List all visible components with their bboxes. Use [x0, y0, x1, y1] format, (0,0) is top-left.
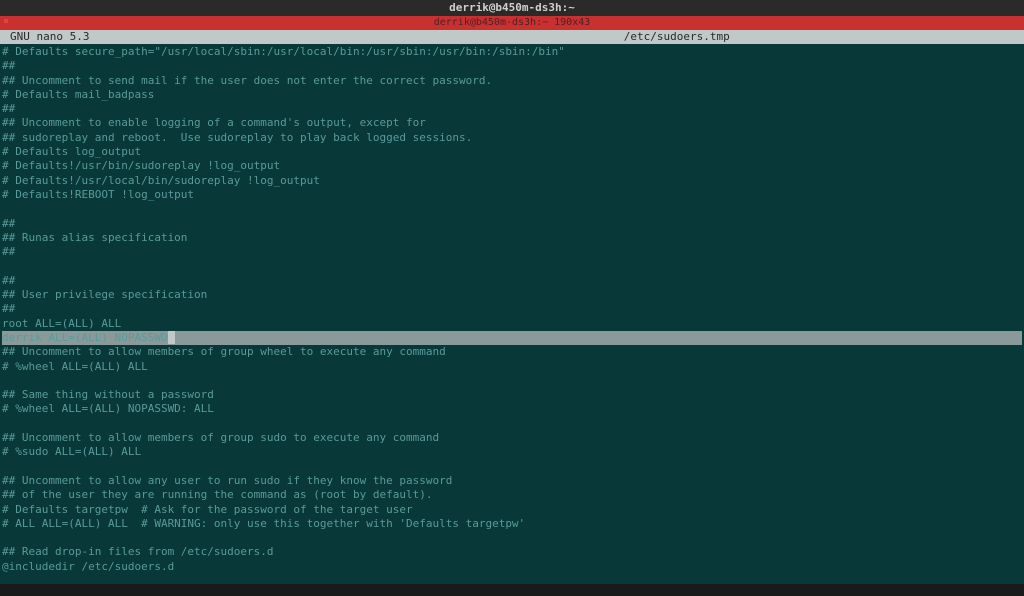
editor-content[interactable]: # Defaults secure_path="/usr/local/sbin:…: [0, 44, 1024, 584]
nano-app-name: GNU nano 5.3: [10, 30, 89, 44]
editor-line: # Defaults!/usr/local/bin/sudoreplay !lo…: [2, 174, 1022, 188]
editor-line: ## of the user they are running the comm…: [2, 488, 1022, 502]
editor-line: # Defaults log_output: [2, 145, 1022, 159]
window-indicator-icon: [0, 16, 12, 30]
window-title: derrik@b450m-ds3h:~: [449, 1, 575, 14]
editor-line: ##: [2, 274, 1022, 288]
editor-line: # %sudo ALL=(ALL) ALL: [2, 445, 1022, 459]
editor-line: # Defaults targetpw # Ask for the passwo…: [2, 503, 1022, 517]
editor-line: [2, 259, 1022, 273]
editor-line: ## Uncomment to send mail if the user do…: [2, 74, 1022, 88]
editor-line: ## Same thing without a password: [2, 388, 1022, 402]
editor-line: [2, 202, 1022, 216]
nano-header-bar: GNU nano 5.3 /etc/sudoers.tmp: [0, 30, 1024, 44]
editor-line: # ALL ALL=(ALL) ALL # WARNING: only use …: [2, 517, 1022, 531]
editor-line: # %wheel ALL=(ALL) ALL: [2, 360, 1022, 374]
terminal-subtitle: derrik@b450m-ds3h:~ 190x43: [434, 17, 591, 28]
editor-line: [2, 374, 1022, 388]
editor-line-text: derrik ALL=(ALL) NOPASSWD: [2, 331, 1022, 345]
editor-line: ## Uncomment to enable logging of a comm…: [2, 116, 1022, 130]
editor-line: [2, 417, 1022, 431]
editor-line: ## User privilege specification: [2, 288, 1022, 302]
editor-line: # Defaults!REBOOT !log_output: [2, 188, 1022, 202]
cursor-icon: [168, 331, 175, 344]
editor-line: # Defaults secure_path="/usr/local/sbin:…: [2, 45, 1022, 59]
editor-current-line[interactable]: derrik ALL=(ALL) NOPASSWD: [2, 331, 1022, 345]
editor-line: ##: [2, 102, 1022, 116]
nano-file-name: /etc/sudoers.tmp: [89, 30, 1014, 44]
editor-line: @includedir /etc/sudoers.d: [2, 560, 1022, 574]
editor-line: ## Uncomment to allow members of group s…: [2, 431, 1022, 445]
editor-line: # Defaults mail_badpass: [2, 88, 1022, 102]
editor-line: ## sudoreplay and reboot. Use sudoreplay…: [2, 131, 1022, 145]
editor-line: ## Runas alias specification: [2, 231, 1022, 245]
editor-line: # %wheel ALL=(ALL) NOPASSWD: ALL: [2, 402, 1022, 416]
editor-line: ##: [2, 59, 1022, 73]
editor-line: ## Read drop-in files from /etc/sudoers.…: [2, 545, 1022, 559]
editor-line: ## Uncomment to allow members of group w…: [2, 345, 1022, 359]
editor-line: [2, 531, 1022, 545]
editor-line: root ALL=(ALL) ALL: [2, 317, 1022, 331]
window-title-bar: derrik@b450m-ds3h:~: [0, 0, 1024, 16]
editor-line: ##: [2, 302, 1022, 316]
editor-line: ##: [2, 245, 1022, 259]
editor-line: ##: [2, 217, 1022, 231]
editor-line: ## Uncomment to allow any user to run su…: [2, 474, 1022, 488]
editor-line: [2, 460, 1022, 474]
terminal-subtitle-bar: derrik@b450m-ds3h:~ 190x43: [0, 16, 1024, 30]
editor-line: # Defaults!/usr/bin/sudoreplay !log_outp…: [2, 159, 1022, 173]
